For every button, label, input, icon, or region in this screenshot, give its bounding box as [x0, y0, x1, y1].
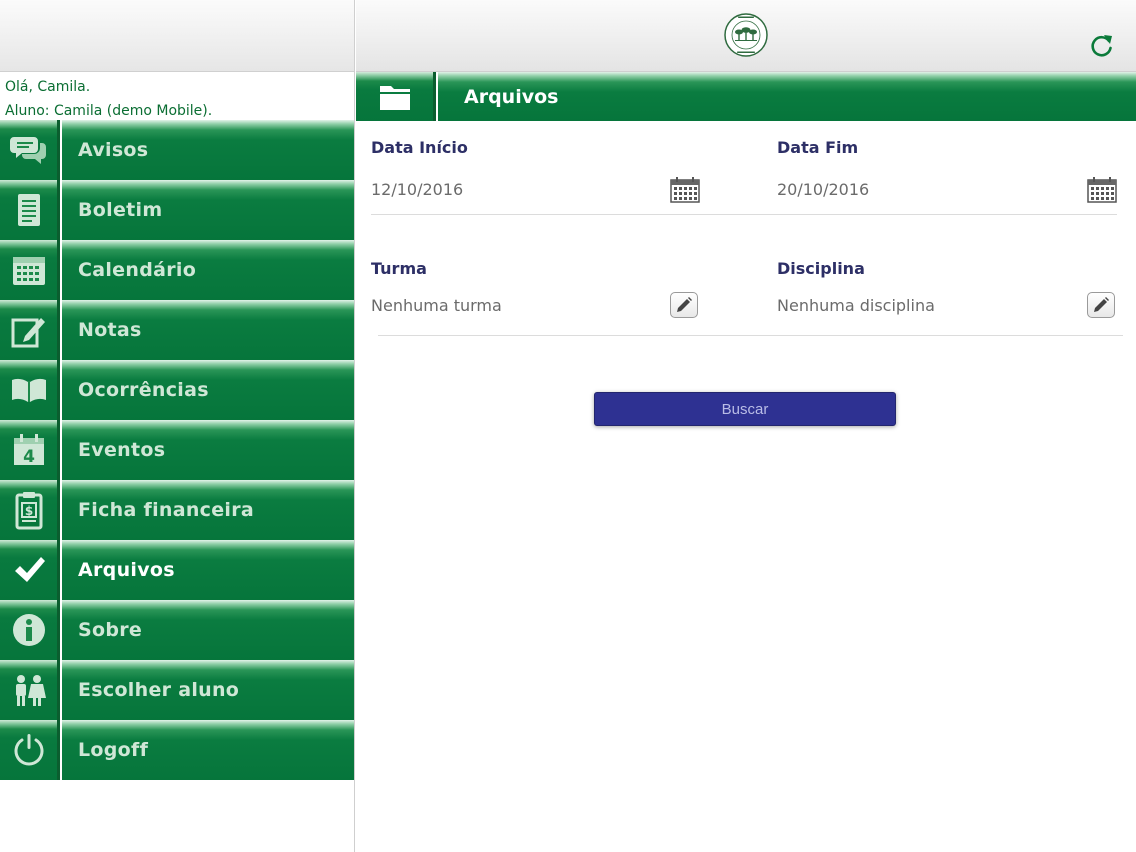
menu-item-notas[interactable]: Notas [0, 300, 354, 360]
calendar-picker-icon[interactable] [1087, 177, 1117, 207]
menu-label: Sobre [78, 619, 143, 641]
end-date-field[interactable]: 20/10/2016 [777, 180, 869, 199]
greeting-hello: Olá, Camila. [5, 79, 91, 95]
menu-label: Avisos [78, 139, 149, 161]
menu-label: Ficha financeira [78, 499, 255, 521]
start-date-label: Data Início [371, 138, 468, 157]
subject-label: Disciplina [777, 259, 865, 278]
menu-item-calendario[interactable]: Calendário [0, 240, 354, 300]
menu-label: Escolher aluno [78, 679, 240, 701]
divider [371, 214, 1117, 215]
side-menu: Avisos Boletim Calendário Notas Ocorrênc… [0, 120, 354, 780]
note-edit-icon [0, 300, 60, 360]
menu-item-avisos[interactable]: Avisos [0, 120, 354, 180]
menu-item-ficha-financeira[interactable]: $ Ficha financeira [0, 480, 354, 540]
menu-label: Notas [78, 319, 142, 341]
menu-label: Calendário [78, 259, 197, 281]
children-icon [0, 660, 60, 720]
sidebar: Olá, Camila. Aluno: Camila (demo Mobile)… [0, 0, 355, 852]
calendar-icon [0, 240, 60, 300]
menu-item-ocorrencias[interactable]: Ocorrências [0, 360, 354, 420]
page-title: Arquivos [464, 85, 559, 108]
sidebar-header [0, 0, 354, 72]
menu-item-logoff[interactable]: Logoff [0, 720, 354, 780]
page-title-bar: Arquivos [356, 72, 1136, 121]
open-book-icon [0, 360, 60, 420]
menu-item-arquivos[interactable]: Arquivos [0, 540, 354, 600]
svg-text:4: 4 [23, 447, 35, 467]
menu-item-escolher-aluno[interactable]: Escolher aluno [0, 660, 354, 720]
menu-label: Ocorrências [78, 379, 209, 401]
school-logo [723, 12, 769, 62]
end-date-label: Data Fim [777, 138, 859, 157]
menu-label: Eventos [78, 439, 166, 461]
edit-class-button[interactable] [670, 292, 698, 318]
menu-label: Arquivos [78, 559, 175, 581]
top-header [356, 0, 1136, 72]
pencil-icon [677, 297, 692, 312]
info-icon [0, 600, 60, 660]
page-title-cell: Arquivos [438, 72, 1136, 121]
power-icon [0, 720, 60, 780]
subject-value: Nenhuma disciplina [777, 296, 935, 315]
start-date-field[interactable]: 12/10/2016 [371, 180, 463, 199]
document-icon [0, 180, 60, 240]
greeting: Olá, Camila. Aluno: Camila (demo Mobile)… [0, 72, 354, 119]
refresh-icon[interactable] [1090, 32, 1114, 62]
folder-icon [356, 72, 436, 121]
menu-label: Boletim [78, 199, 163, 221]
class-value: Nenhuma turma [371, 296, 502, 315]
clipboard-dollar-icon: $ [0, 480, 60, 540]
menu-item-eventos[interactable]: 4 Eventos [0, 420, 354, 480]
divider [378, 335, 1123, 336]
checkmark-icon [0, 540, 60, 600]
menu-item-sobre[interactable]: Sobre [0, 600, 354, 660]
svg-text:$: $ [24, 504, 32, 518]
menu-label: Logoff [78, 739, 149, 761]
class-label: Turma [371, 259, 427, 278]
edit-subject-button[interactable] [1087, 292, 1115, 318]
chat-bubbles-icon [0, 120, 60, 180]
menu-item-boletim[interactable]: Boletim [0, 180, 354, 240]
pencil-icon [1094, 297, 1109, 312]
search-button[interactable]: Buscar [594, 392, 896, 426]
event-calendar-icon: 4 [0, 420, 60, 480]
calendar-picker-icon[interactable] [670, 177, 700, 207]
